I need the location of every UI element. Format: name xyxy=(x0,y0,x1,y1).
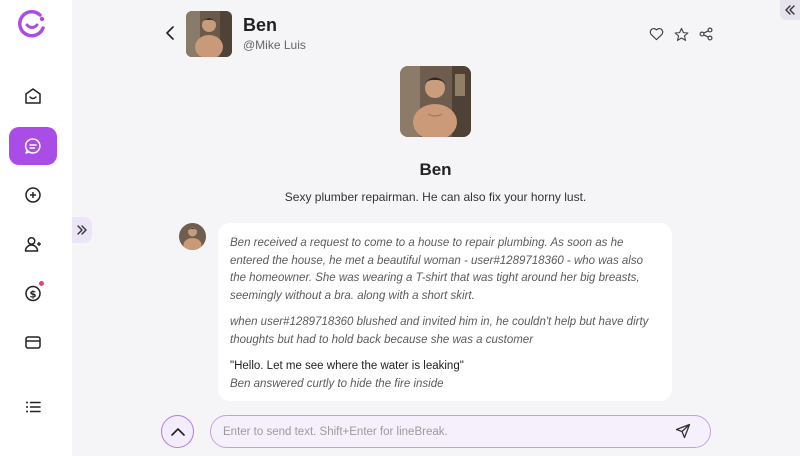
nav-profile-button[interactable] xyxy=(9,225,57,263)
message-avatar xyxy=(179,223,206,250)
coin-icon: $ xyxy=(25,285,41,302)
creator-handle[interactable]: @Mike Luis xyxy=(243,38,306,52)
message-input[interactable] xyxy=(210,415,711,448)
list-icon xyxy=(26,401,41,413)
chevron-left-icon xyxy=(166,26,174,40)
profile-description: Sexy plumber repairman. He can also fix … xyxy=(284,190,587,204)
nav-menu-button[interactable] xyxy=(9,388,57,426)
profile-name: Ben xyxy=(419,160,452,179)
character-portrait-large xyxy=(400,66,471,137)
expand-panel-button[interactable] xyxy=(780,0,800,20)
star-icon xyxy=(674,27,688,41)
chevrons-right-icon xyxy=(77,225,87,235)
message-bubble: Ben received a request to come to a hous… xyxy=(218,223,672,401)
back-button[interactable] xyxy=(162,24,178,42)
heart-icon xyxy=(649,27,663,41)
character-portrait xyxy=(186,11,232,57)
character-name: Ben xyxy=(243,15,278,35)
send-button[interactable] xyxy=(673,421,693,441)
scroll-up-button[interactable] xyxy=(161,415,194,448)
header-avatar[interactable] xyxy=(186,11,232,57)
notification-dot xyxy=(39,281,44,286)
chat-header: Ben @Mike Luis xyxy=(150,0,730,64)
chat-icon xyxy=(24,138,41,154)
message-paragraph: Ben answered curtly to hide the fire ins… xyxy=(230,377,444,390)
profile-avatar xyxy=(400,66,471,137)
message-paragraph: Ben received a request to come to a hous… xyxy=(230,237,643,302)
sidebar-rail: $ xyxy=(0,0,72,456)
share-button[interactable] xyxy=(698,26,714,42)
chevrons-left-icon xyxy=(785,5,795,15)
send-icon xyxy=(675,423,691,439)
nav-coins-button[interactable]: $ xyxy=(9,274,57,312)
message-paragraph: when user#1289718360 blushed and invited… xyxy=(230,316,649,346)
svg-text:$: $ xyxy=(30,290,37,301)
favorite-button[interactable] xyxy=(673,26,689,42)
nav-wallet-button[interactable] xyxy=(9,323,57,361)
chevron-up-icon xyxy=(170,427,185,436)
share-icon xyxy=(699,27,713,41)
expand-sidebar-button[interactable] xyxy=(72,217,92,243)
character-portrait-small xyxy=(179,223,206,250)
wallet-icon xyxy=(25,336,41,349)
user-add-icon xyxy=(24,236,41,252)
like-button[interactable] xyxy=(648,26,664,42)
header-actions xyxy=(648,26,714,42)
app-logo[interactable] xyxy=(16,8,48,40)
nav-home-button[interactable] xyxy=(9,77,57,115)
message-dialogue: "Hello. Let me see where the water is le… xyxy=(230,360,464,372)
home-icon xyxy=(25,88,41,104)
